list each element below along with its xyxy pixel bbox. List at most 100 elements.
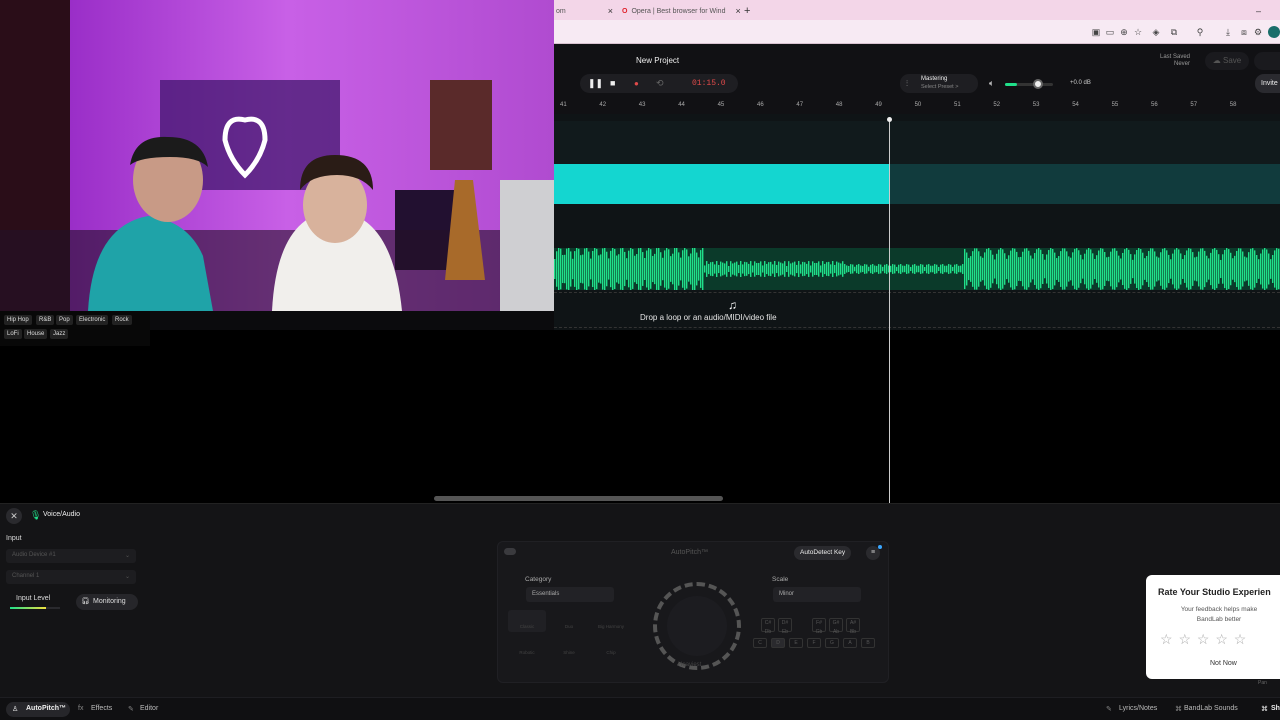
publish-button[interactable] xyxy=(1254,52,1280,70)
close-tab-icon[interactable]: × xyxy=(735,6,740,16)
shortcuts-button[interactable]: Sh xyxy=(1271,705,1280,712)
preset-classic[interactable]: Classic xyxy=(508,610,546,632)
waveform-graphic xyxy=(554,247,1280,291)
master-volume-slider[interactable] xyxy=(1005,79,1053,89)
speaker-icon[interactable]: 🔈︎ xyxy=(989,78,994,89)
key-natural[interactable]: D xyxy=(771,638,785,648)
music-note-icon: ♫ xyxy=(728,298,737,312)
preset-big-harmony[interactable]: Big Harmony xyxy=(592,610,630,632)
preset-robotic[interactable]: Robotic xyxy=(508,636,546,658)
profile-avatar[interactable] xyxy=(1268,26,1280,38)
project-title[interactable]: New Project xyxy=(636,56,679,65)
genre-chip[interactable]: Electronic xyxy=(76,315,109,325)
preset-duo[interactable]: Duo xyxy=(550,610,588,632)
zoom-icon[interactable]: ⊕ xyxy=(1118,26,1130,38)
waveform-bar xyxy=(1016,251,1018,287)
genre-chip[interactable]: Jazz xyxy=(50,329,69,339)
autopitch-tab[interactable]: ♙ AutoPitch™ xyxy=(6,702,70,717)
channel-select[interactable]: Channel 1 ⌄ xyxy=(6,570,136,584)
waveform-bar xyxy=(1266,249,1268,289)
genre-chip[interactable]: Pop xyxy=(56,315,73,325)
genre-chip[interactable]: LoFi xyxy=(4,329,22,339)
preset-shine[interactable]: Shine xyxy=(550,636,588,658)
stop-icon[interactable]: ■ xyxy=(610,78,615,88)
loop-icon[interactable]: ⟲ xyxy=(656,78,664,89)
key-natural[interactable]: E xyxy=(789,638,803,648)
waveform-bar xyxy=(886,264,888,274)
key-sharp[interactable]: F# Gb xyxy=(812,618,826,635)
screenshot-icon[interactable]: ▣ xyxy=(1090,26,1102,38)
waveform-bar xyxy=(580,255,582,283)
drop-zone[interactable] xyxy=(554,292,1280,328)
waveform-bar xyxy=(836,261,838,277)
download-icon[interactable]: ⤓ xyxy=(1222,26,1234,38)
timeline-ruler[interactable]: 41 42 43 44 45 46 47 48 49 50 51 52 53 54 55 56 57 58 xyxy=(554,100,1280,114)
waveform-bar xyxy=(610,250,612,288)
audio-device-select[interactable]: Audio Device #1 ⌄ xyxy=(6,549,136,563)
waveform-bar xyxy=(614,248,616,290)
playhead-handle[interactable] xyxy=(887,117,892,122)
effects-tab[interactable]: Effects xyxy=(91,705,112,712)
pause-icon[interactable]: ❚❚ xyxy=(588,78,603,89)
genre-chip[interactable]: Rock xyxy=(112,315,132,325)
close-panel-icon[interactable]: ✕ xyxy=(6,508,22,524)
browser-tab-1[interactable]: om × xyxy=(556,2,613,20)
key-natural[interactable]: G xyxy=(825,638,839,648)
category-select[interactable]: Essentials xyxy=(526,587,614,602)
save-button[interactable]: ☁ Save xyxy=(1205,52,1249,70)
genre-chip[interactable]: R&B xyxy=(36,315,55,325)
autopitch-toggle[interactable] xyxy=(504,548,516,555)
capture-icon[interactable]: ⧈ xyxy=(1238,26,1250,38)
key-sharp[interactable]: D# Eb xyxy=(778,618,792,635)
correction-knob[interactable] xyxy=(653,582,741,670)
waveform-bar xyxy=(638,248,640,290)
key-sharp[interactable]: A# Bb xyxy=(846,618,860,635)
key-natural[interactable]: F xyxy=(807,638,821,648)
scale-select[interactable]: Minor xyxy=(773,587,861,602)
cast-icon[interactable]: ▭ xyxy=(1104,26,1116,38)
bookmark-star-icon[interactable]: ☆ xyxy=(1132,26,1144,38)
audio-waveform-clip[interactable] xyxy=(554,247,1280,291)
volume-knob[interactable] xyxy=(1033,79,1043,89)
waveform-bar xyxy=(1056,258,1058,280)
waveform-bar xyxy=(686,249,688,289)
waveform-bar xyxy=(622,247,624,291)
panel-header: ✕ 🎙︎ Voice/Audio xyxy=(0,506,1280,528)
close-tab-icon[interactable]: × xyxy=(608,6,613,16)
search-icon[interactable]: ⚲ xyxy=(1194,26,1206,38)
waveform-bar xyxy=(924,266,926,272)
key-sharp[interactable]: G# Ab xyxy=(829,618,843,635)
key-natural[interactable]: A xyxy=(843,638,857,648)
key-natural[interactable]: C xyxy=(753,638,767,648)
new-tab-button[interactable]: + xyxy=(744,2,750,20)
settings-icon[interactable]: ⚙ xyxy=(1252,26,1264,38)
bandlab-sounds-button[interactable]: BandLab Sounds xyxy=(1184,705,1238,712)
extensions-icon[interactable]: ⧉ xyxy=(1168,26,1180,38)
lyrics-notes-button[interactable]: Lyrics/Notes xyxy=(1119,705,1157,712)
editor-tab[interactable]: Editor xyxy=(140,705,158,712)
preset-chip[interactable]: Chip xyxy=(592,636,630,658)
waveform-bar xyxy=(586,247,588,291)
waveform-bar xyxy=(1212,249,1214,289)
waveform-bar xyxy=(1004,253,1006,285)
mastering-button[interactable]: ⫶ Mastering Select Preset > xyxy=(900,74,978,93)
audio-clip-selected[interactable] xyxy=(554,164,890,204)
browser-tab-2[interactable]: O Opera | Best browser for Wind × xyxy=(622,2,741,20)
invite-button[interactable]: Invite xyxy=(1255,74,1280,93)
genre-chip[interactable]: Hip Hop xyxy=(4,315,32,325)
monitoring-button[interactable]: 🎧︎ Monitoring xyxy=(76,594,138,610)
ruler-tick: 42 xyxy=(599,102,607,108)
playhead[interactable] xyxy=(889,118,890,503)
rating-stars[interactable]: ☆ ☆ ☆ ☆ ☆ xyxy=(1160,631,1247,648)
key-natural[interactable]: B xyxy=(861,638,875,648)
not-now-button[interactable]: Not Now xyxy=(1210,660,1237,667)
genre-chip[interactable]: House xyxy=(24,329,48,339)
minimize-button[interactable]: – xyxy=(1256,2,1261,20)
audio-clip-region[interactable] xyxy=(890,164,1280,204)
shield-icon[interactable]: ◈ xyxy=(1150,26,1162,38)
waveform-bar xyxy=(564,254,566,284)
key-sharp[interactable]: C# Db xyxy=(761,618,775,635)
horizontal-scrollbar[interactable] xyxy=(434,496,723,501)
autodetect-key-button[interactable]: AutoDetect Key xyxy=(794,546,852,560)
record-icon[interactable]: ● xyxy=(634,79,639,88)
